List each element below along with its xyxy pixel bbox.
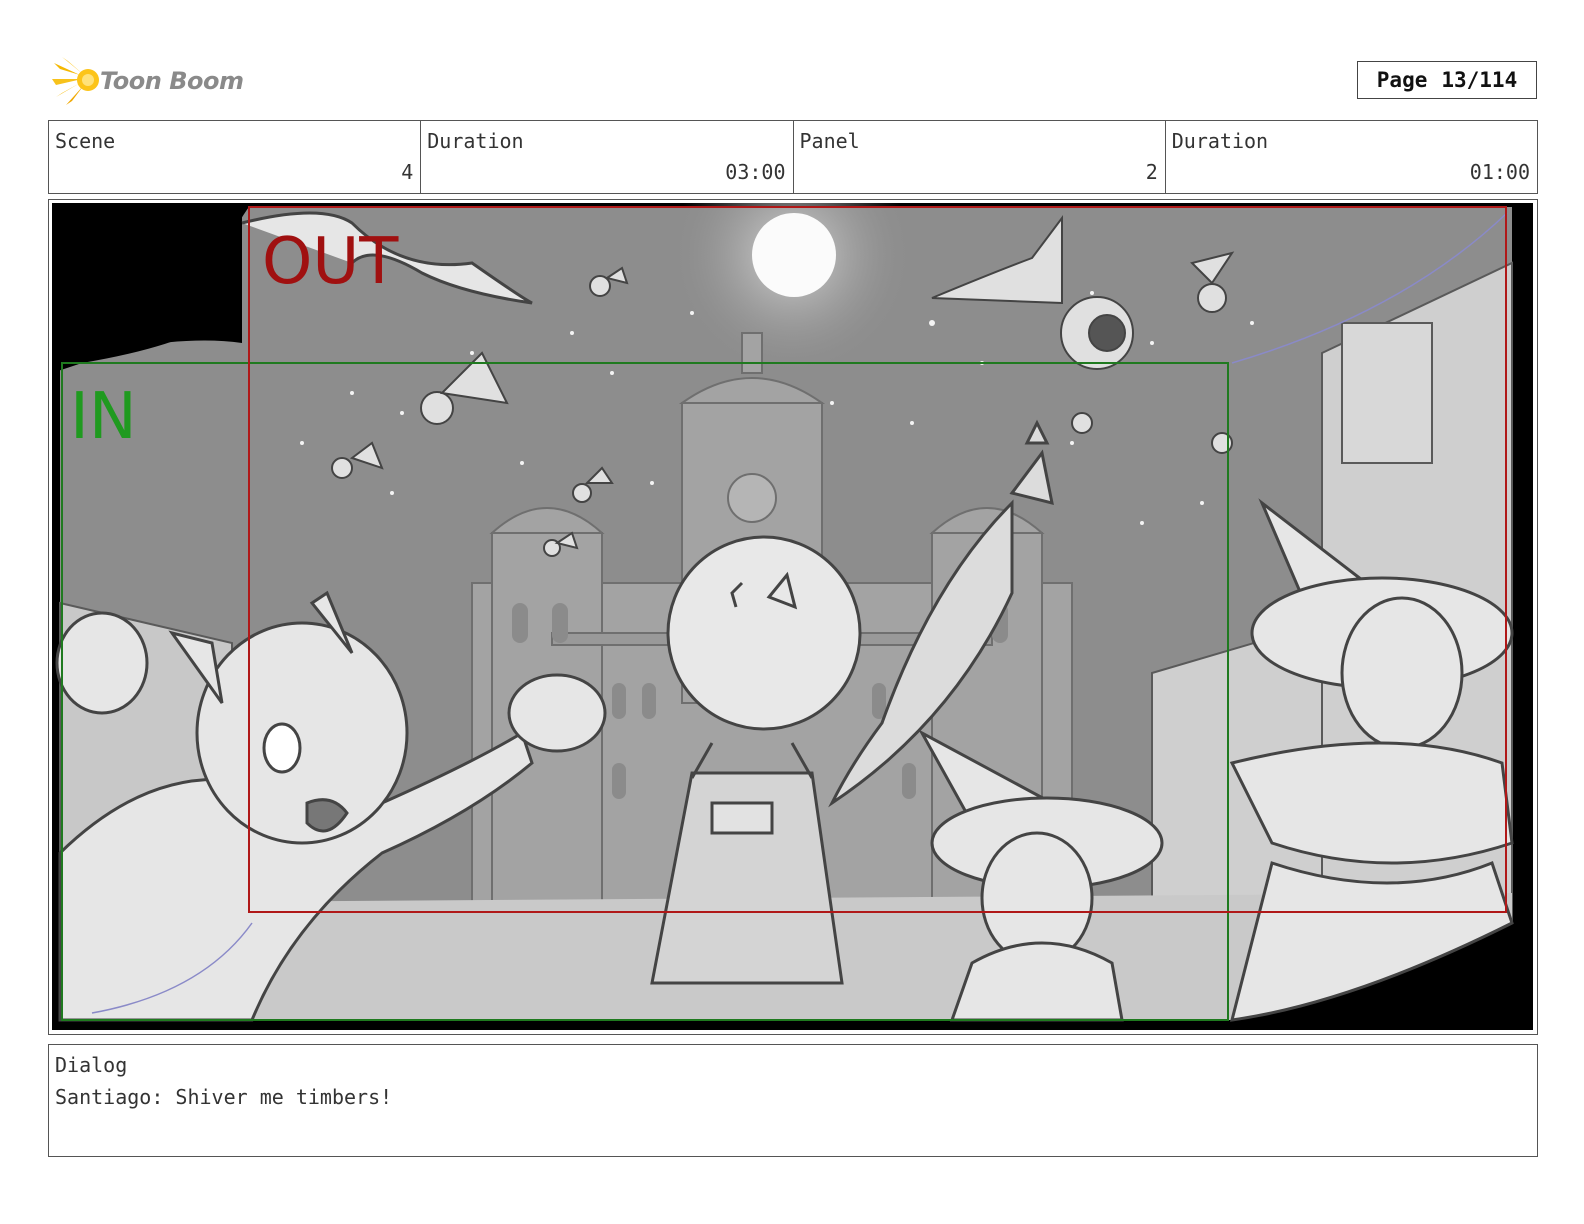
- in-label: IN: [70, 380, 137, 454]
- scene-value: 4: [401, 160, 414, 184]
- dialog-text: Santiago: Shiver me timbers!: [55, 1085, 393, 1109]
- page-label: Page: [1376, 68, 1428, 92]
- panel-duration-label: Duration: [1171, 129, 1269, 153]
- dialog-box: Dialog Santiago: Shiver me timbers!: [48, 1044, 1538, 1157]
- scene-duration-label: Duration: [427, 129, 524, 153]
- dialog-label: Dialog: [55, 1053, 128, 1077]
- page-number: 13/114: [1441, 68, 1518, 92]
- scene-duration-cell: Duration 03:00: [421, 121, 794, 193]
- toon-boom-logo: Toon Boom: [50, 52, 250, 110]
- panel-value: 2: [1145, 160, 1158, 184]
- panel-label: Panel: [799, 129, 860, 153]
- toon-boom-logo-icon: [52, 57, 99, 105]
- moon: [752, 213, 836, 297]
- out-label: OUT: [262, 225, 399, 299]
- logo-text: Toon Boom: [100, 67, 244, 95]
- scene-cell: Scene 4: [49, 121, 422, 193]
- panel-duration-value: 01:00: [1469, 160, 1530, 184]
- page-indicator: Page 13/114: [1357, 61, 1537, 99]
- panel-cell: Panel 2: [794, 121, 1166, 193]
- panel-drawing: OUT IN: [52, 203, 1533, 1030]
- statue-ball: [666, 535, 862, 731]
- scene-info-table: Scene 4 Duration 03:00 Panel 2 Duration …: [48, 120, 1538, 194]
- panel-duration-cell: Duration 01:00: [1166, 121, 1537, 193]
- scene-label: Scene: [55, 129, 116, 153]
- scene-duration-value: 03:00: [725, 160, 786, 184]
- storyboard-panel: OUT IN: [48, 199, 1538, 1035]
